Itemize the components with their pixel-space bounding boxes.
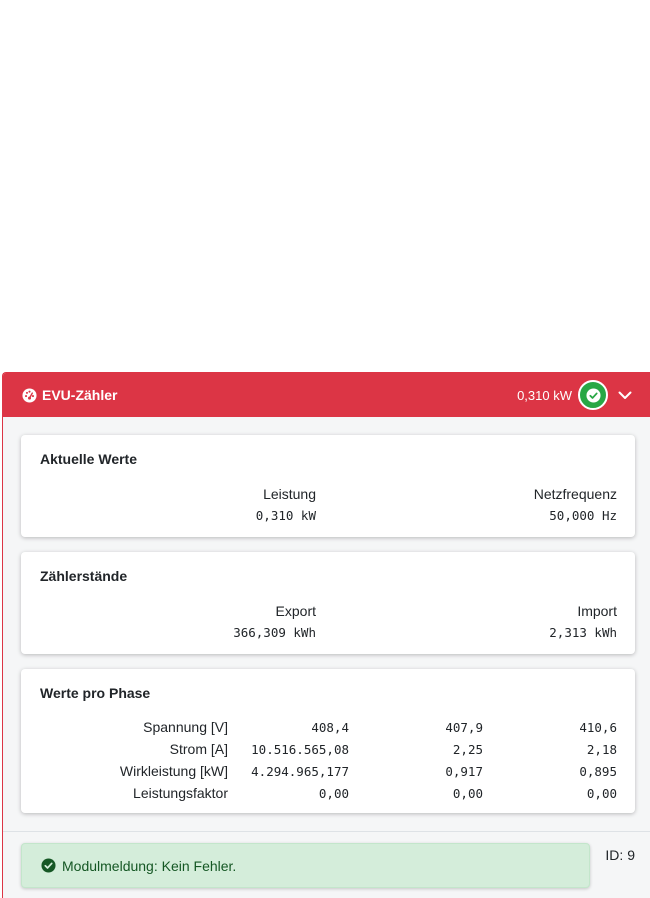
module-message-text: Modulmeldung: Kein Fehler. — [62, 857, 237, 874]
module-message-alert: Modulmeldung: Kein Fehler. — [21, 843, 590, 888]
card-body: Aktuelle Werte Leistung 0,310 kW Netzfre… — [3, 417, 650, 831]
phase-1-value: 10.516.565,08 — [251, 742, 349, 757]
power-label: Leistung — [263, 486, 316, 502]
phase-row-current: Strom [A] 10.516.565,08 2,25 2,18 — [21, 741, 635, 763]
counters-panel: Zählerstände Export 366,309 kWh Import 2… — [21, 552, 635, 654]
card-header[interactable]: EVU-Zähler 0,310 kW — [3, 373, 650, 417]
power-value: 0,310 kW — [255, 508, 316, 523]
row-label: Spannung [V] — [143, 719, 228, 735]
phase-values-panel: Werte pro Phase Spannung [V] 408,4 407,9… — [21, 669, 635, 813]
phase-row-active-power: Wirkleistung [kW] 4.294.965,177 0,917 0,… — [21, 763, 635, 785]
panel-title: Werte pro Phase — [40, 685, 151, 701]
phase-1-value: 408,4 — [311, 720, 349, 735]
current-values-panel: Aktuelle Werte Leistung 0,310 kW Netzfre… — [21, 435, 635, 537]
status-badge — [578, 380, 608, 410]
chevron-down-icon — [618, 391, 632, 399]
evu-meter-card: EVU-Zähler 0,310 kW Aktuelle Werte Leist… — [2, 372, 650, 898]
phase-2-value: 0,917 — [445, 764, 483, 779]
import-value: 2,313 kWh — [549, 625, 617, 640]
import-label: Import — [577, 603, 617, 619]
panel-title: Zählerstände — [40, 568, 128, 584]
phase-1-value: 4.294.965,177 — [251, 764, 349, 779]
row-label: Wirkleistung [kW] — [119, 763, 228, 779]
module-id: ID: 9 — [605, 847, 635, 863]
card-footer: Modulmeldung: Kein Fehler. ID: 9 — [3, 831, 650, 898]
phase-row-voltage: Spannung [V] 408,4 407,9 410,6 — [21, 719, 635, 741]
panel-title: Aktuelle Werte — [40, 451, 137, 467]
frequency-label: Netzfrequenz — [533, 486, 617, 502]
phase-3-value: 2,18 — [586, 742, 617, 757]
collapse-toggle[interactable] — [615, 385, 635, 405]
export-label: Export — [275, 603, 316, 619]
phase-2-value: 407,9 — [445, 720, 483, 735]
phase-2-value: 0,00 — [452, 786, 483, 801]
export-value: 366,309 kWh — [233, 625, 316, 640]
row-label: Leistungsfaktor — [133, 785, 228, 801]
row-label: Strom [A] — [169, 741, 228, 757]
phase-row-power-factor: Leistungsfaktor 0,00 0,00 0,00 — [21, 785, 635, 807]
check-circle-icon — [41, 858, 56, 873]
phase-3-value: 0,00 — [586, 786, 617, 801]
phase-3-value: 0,895 — [579, 764, 617, 779]
card-title: EVU-Zähler — [42, 387, 118, 403]
phase-1-value: 0,00 — [318, 786, 349, 801]
phase-2-value: 2,25 — [452, 742, 483, 757]
frequency-value: 50,000 Hz — [549, 508, 617, 523]
check-circle-icon — [585, 387, 601, 403]
header-power-value: 0,310 kW — [517, 387, 572, 403]
tachometer-icon — [22, 387, 37, 403]
phase-3-value: 410,6 — [579, 720, 617, 735]
